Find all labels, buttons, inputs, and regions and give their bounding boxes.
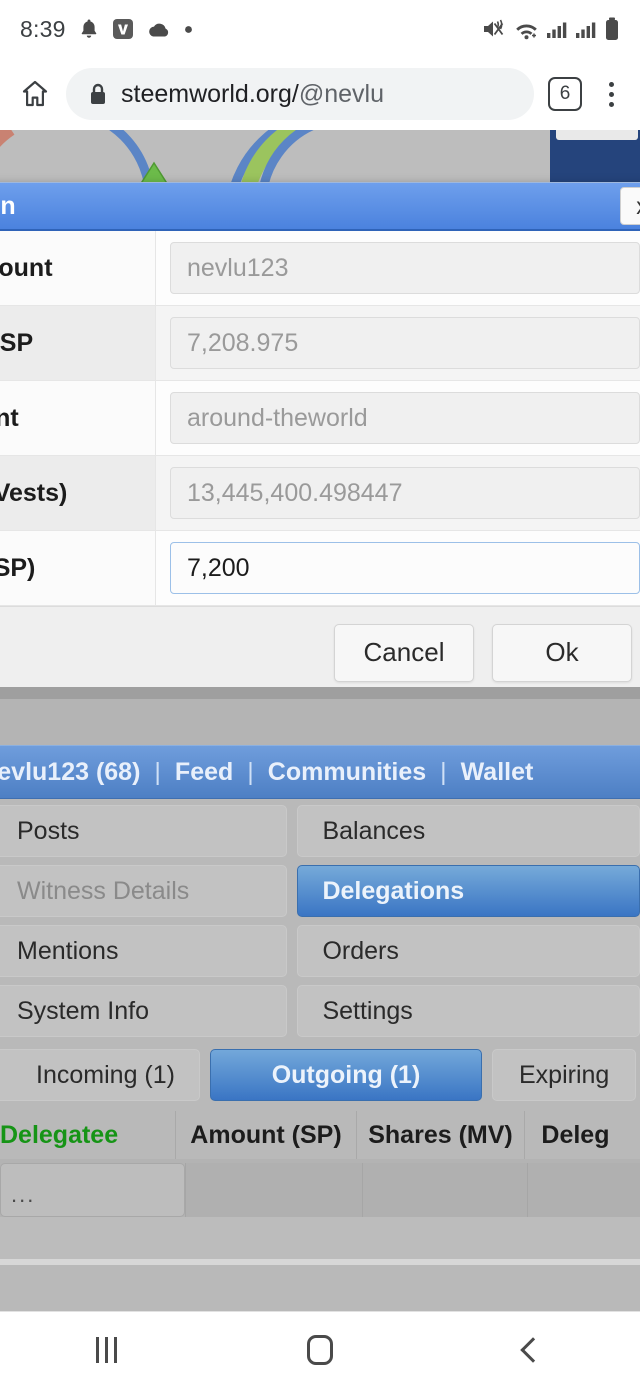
dialog-title: Delegation [0, 191, 16, 220]
status-bar-clock: 8:39 [20, 15, 66, 42]
label-amount-vests: Amount (Vests) [0, 456, 156, 530]
label-available-sp: Available SP [0, 306, 156, 380]
status-bar-left: 8:39 [20, 16, 193, 43]
label-to-account: To Account [0, 381, 156, 455]
cell-available-sp: 7,208.975 [156, 306, 640, 380]
to-account-input[interactable]: around-theworld [170, 392, 640, 444]
delegation-dialog: Delegation x From Account nevlu123 Avail… [0, 182, 640, 699]
menu-grid: Posts Balances Witness Details Delegatio… [0, 799, 640, 1265]
battery-icon [604, 17, 620, 41]
url-bar[interactable]: steemworld.org/@nevlu [66, 68, 534, 120]
cell-shares-mv [362, 1163, 529, 1217]
page-divider [0, 687, 640, 699]
site-nav-bar: nevlu123 (68) | Feed | Communities | Wal… [0, 745, 640, 799]
dialog-header: Delegation x [0, 183, 640, 231]
dialog-footer: Cancel Ok [0, 606, 640, 698]
cell-from-account: nevlu123 [156, 231, 640, 305]
form-row-available-sp: Available SP 7,208.975 [0, 306, 640, 381]
nav-link-wallet[interactable]: Wallet [461, 758, 534, 787]
nav-account-link[interactable]: nevlu123 (68) [0, 758, 140, 787]
dot-icon [184, 25, 193, 34]
menu-row: Mentions Orders [0, 925, 640, 977]
cell-deleg [528, 1163, 640, 1217]
from-account-input[interactable]: nevlu123 [170, 242, 640, 294]
menu-item-witness-details[interactable]: Witness Details [0, 865, 288, 917]
form-row-from-account: From Account nevlu123 [0, 231, 640, 306]
column-header-delegatee[interactable]: Delegatee [0, 1111, 177, 1159]
status-bar-right [482, 17, 620, 41]
cell-amount-vests: 13,445,400.498447 [156, 456, 640, 530]
nav-link-communities[interactable]: Communities [268, 758, 426, 787]
back-icon[interactable] [488, 1325, 578, 1375]
nav-separator: | [247, 757, 254, 786]
recents-icon[interactable] [62, 1325, 152, 1375]
close-icon[interactable]: x [620, 187, 640, 225]
form-row-amount-sp: Amount (SP) 7,200 [0, 531, 640, 606]
kebab-menu-icon[interactable] [596, 77, 626, 111]
background-chart-strip [0, 130, 640, 185]
nav-separator: | [440, 757, 447, 786]
web-page-content: Delegation x From Account nevlu123 Avail… [0, 130, 640, 1327]
tab-expiring[interactable]: Expiring [492, 1049, 637, 1101]
tab-counter-button[interactable]: 6 [548, 77, 582, 111]
page-spacer [0, 699, 640, 745]
menu-item-system-info[interactable]: System Info [0, 985, 288, 1037]
table-header-row: Delegatee Amount (SP) Shares (MV) Deleg [0, 1111, 640, 1159]
cell-delegatee: ... [0, 1163, 186, 1217]
menu-item-mentions[interactable]: Mentions [0, 925, 288, 977]
table-bottom-edge [0, 1259, 640, 1265]
menu-row: Witness Details Delegations [0, 865, 640, 917]
tab-outgoing[interactable]: Outgoing (1) [210, 1049, 482, 1101]
cell-amount-sp [186, 1163, 363, 1217]
cancel-button[interactable]: Cancel [334, 623, 474, 682]
browser-toolbar: steemworld.org/@nevlu 6 [0, 58, 640, 130]
url-text: steemworld.org/@nevlu [121, 79, 385, 108]
wifi-icon [514, 19, 539, 40]
cell-to-account: around-theworld [156, 381, 640, 455]
background-card [550, 130, 640, 185]
cloud-icon [147, 21, 171, 38]
android-navigation-bar [0, 1311, 640, 1387]
delegation-tabs: Incoming (1) Outgoing (1) Expiring [0, 1049, 640, 1101]
label-amount-sp: Amount (SP) [0, 531, 156, 605]
menu-row: Posts Balances [0, 805, 640, 857]
steemworld-page: nevlu123 (68) | Feed | Communities | Wal… [0, 687, 640, 1265]
nav-link-feed[interactable]: Feed [175, 758, 233, 787]
form-row-to-account: To Account around-theworld [0, 381, 640, 456]
table-footer [0, 1217, 640, 1259]
table-body: ... [0, 1159, 640, 1265]
menu-item-delegations[interactable]: Delegations [297, 865, 640, 917]
amount-sp-input[interactable]: 7,200 [170, 542, 640, 594]
menu-row: System Info Settings [0, 985, 640, 1037]
v-badge-icon [112, 18, 134, 40]
delegations-table: Delegatee Amount (SP) Shares (MV) Deleg … [0, 1111, 640, 1265]
table-row[interactable]: ... [0, 1159, 640, 1217]
signal-1-icon [546, 19, 568, 39]
signal-2-icon [575, 19, 597, 39]
menu-item-balances[interactable]: Balances [297, 805, 640, 857]
menu-item-posts[interactable]: Posts [0, 805, 288, 857]
delegatee-value: ... [0, 1163, 185, 1217]
tab-incoming[interactable]: Incoming (1) [0, 1049, 200, 1101]
menu-item-orders[interactable]: Orders [297, 925, 640, 977]
column-header-amount-sp[interactable]: Amount (SP) [176, 1111, 357, 1159]
lock-icon [88, 82, 108, 106]
column-header-shares-mv[interactable]: Shares (MV) [357, 1111, 526, 1159]
ok-button[interactable]: Ok [492, 623, 632, 682]
home-icon[interactable] [275, 1325, 365, 1375]
mute-icon [482, 18, 507, 40]
amount-vests-input[interactable]: 13,445,400.498447 [170, 467, 640, 519]
label-from-account: From Account [0, 231, 156, 305]
cell-amount-sp: 7,200 [156, 531, 640, 605]
android-status-bar: 8:39 [0, 0, 640, 58]
menu-item-settings[interactable]: Settings [297, 985, 640, 1037]
available-sp-input[interactable]: 7,208.975 [170, 317, 640, 369]
gauge-arc-decoration [0, 130, 640, 185]
nav-separator: | [154, 757, 161, 786]
form-row-amount-vests: Amount (Vests) 13,445,400.498447 [0, 456, 640, 531]
bell-icon [79, 18, 99, 40]
home-icon[interactable] [18, 77, 52, 111]
column-header-deleg[interactable]: Deleg [525, 1111, 640, 1159]
